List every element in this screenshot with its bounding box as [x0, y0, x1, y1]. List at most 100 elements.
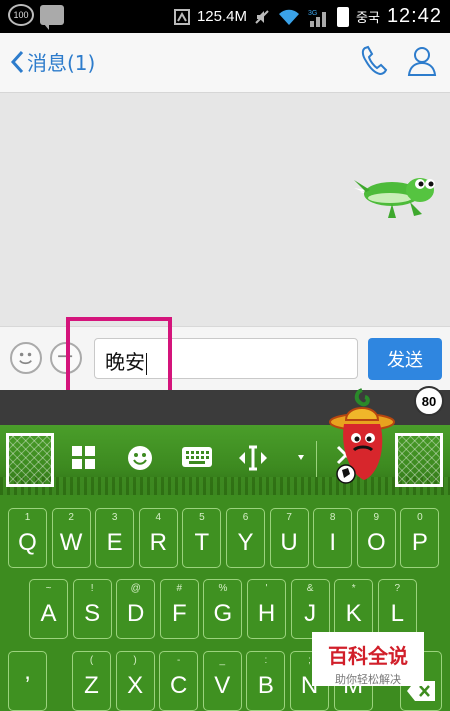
- status-right: 125.4M 3G 중국 12:42: [173, 2, 442, 31]
- key-label: Z: [84, 672, 99, 699]
- key-alt-label: 7: [286, 512, 292, 523]
- key-p[interactable]: 0P: [400, 508, 440, 568]
- back-label: 消息(1): [27, 51, 96, 75]
- key-j[interactable]: & J: [290, 579, 330, 639]
- key-d[interactable]: @ D: [116, 579, 156, 639]
- grid-icon[interactable]: [71, 445, 97, 471]
- key-label: B: [257, 672, 274, 699]
- key-label: S: [84, 600, 101, 627]
- key-s[interactable]: ! S: [72, 579, 112, 639]
- key-label: F: [171, 600, 187, 627]
- key-alt-label: 8: [329, 512, 336, 523]
- key-o[interactable]: 9O: [356, 508, 396, 568]
- goal-left-decoration: [6, 433, 54, 487]
- key-a[interactable]: ~ A: [29, 579, 68, 639]
- key-b[interactable]: :B: [246, 651, 286, 711]
- key-alt-label: _: [219, 655, 226, 666]
- key-label: H: [257, 600, 276, 627]
- key-label: E: [106, 529, 123, 556]
- key-k[interactable]: * K: [334, 579, 374, 639]
- key-alt-label: @: [130, 583, 141, 594]
- key-apostrophe[interactable]: ’: [8, 651, 47, 711]
- key-label: ’: [24, 672, 31, 699]
- dropdown-icon[interactable]: [296, 445, 308, 471]
- wifi-icon: [279, 9, 300, 25]
- watermark-subtitle: 助你轻松解决: [335, 673, 401, 686]
- key-label: G: [213, 600, 233, 627]
- key-q[interactable]: 1Q: [8, 508, 47, 568]
- image-notification-icon: [173, 8, 190, 25]
- key-label: D: [127, 600, 145, 627]
- keyboard-badge: 80: [414, 386, 444, 416]
- key-alt-label: ~: [45, 583, 52, 594]
- emoji-button-icon[interactable]: [10, 342, 42, 374]
- key-label: L: [390, 600, 404, 627]
- key-alt-label: 0: [417, 512, 423, 523]
- key-label: Y: [237, 529, 254, 556]
- key-e[interactable]: 3E: [95, 508, 135, 568]
- key-alt-label: 4: [155, 512, 162, 523]
- message-list: [0, 94, 450, 326]
- key-alt-label: 6: [242, 512, 249, 523]
- carrier-label: 중국: [356, 11, 380, 26]
- emoji-icon[interactable]: [127, 445, 153, 471]
- key-label: X: [127, 672, 144, 699]
- lizard-sticker-icon[interactable]: [352, 172, 438, 222]
- key-alt-label: ): [133, 655, 137, 666]
- key-label: W: [59, 529, 83, 556]
- key-z[interactable]: (Z: [72, 651, 111, 711]
- key-alt-label: #: [176, 583, 183, 594]
- key-label: O: [366, 529, 386, 556]
- chat-notification-icon: [40, 5, 64, 30]
- key-f[interactable]: # F: [159, 579, 199, 639]
- contact-profile-icon[interactable]: [406, 45, 438, 77]
- key-alt-label: ': [265, 583, 268, 594]
- key-alt-label: *: [351, 583, 356, 594]
- key-y[interactable]: 6Y: [226, 508, 265, 568]
- clock: 12:42: [386, 5, 442, 27]
- key-alt-label: &: [306, 583, 314, 594]
- key-alt-label: 1: [24, 512, 31, 523]
- chevron-left-icon: [10, 50, 24, 73]
- goal-right-decoration: [395, 433, 443, 487]
- highlight-frame: [66, 317, 172, 396]
- key-label: J: [304, 600, 317, 627]
- chat-header: 消息(1): [0, 33, 450, 93]
- battery-icon: [337, 6, 350, 27]
- svg-text:3G: 3G: [308, 10, 317, 17]
- mute-icon: [255, 9, 269, 24]
- key-v[interactable]: _ V: [202, 651, 242, 711]
- chili-mascot-icon: [329, 388, 395, 484]
- key-alt-label: ?: [394, 583, 401, 594]
- phone-call-icon[interactable]: [360, 45, 388, 77]
- key-h[interactable]: ' H: [247, 579, 286, 639]
- key-alt-label: 3: [111, 512, 118, 523]
- keyboard-icon[interactable]: [181, 445, 213, 469]
- signal-icon: 3G: [308, 10, 327, 27]
- status-bar: 100 125.4M 3G 중국 12:42: [0, 0, 450, 33]
- key-w[interactable]: 2W: [51, 508, 91, 568]
- key-g[interactable]: % G: [203, 579, 243, 639]
- key-i[interactable]: 8I: [313, 508, 353, 568]
- key-x[interactable]: ) X: [115, 651, 155, 711]
- key-c[interactable]: -C: [159, 651, 199, 711]
- key-label: Q: [18, 529, 37, 556]
- cursor-move-icon[interactable]: [238, 445, 268, 471]
- key-alt-label: (: [89, 655, 94, 666]
- net-speed: 125.4M: [196, 8, 248, 25]
- key-l[interactable]: ? L: [377, 579, 417, 639]
- key-alt-label: -: [177, 655, 181, 666]
- key-alt-label: %: [218, 583, 228, 594]
- key-alt-label: 2: [68, 512, 74, 523]
- key-u[interactable]: 7U: [269, 508, 309, 568]
- send-button[interactable]: 发送: [368, 338, 442, 380]
- key-t[interactable]: 5T: [182, 508, 222, 568]
- status-left: 100: [8, 4, 64, 30]
- key-label: K: [345, 600, 362, 627]
- key-label: R: [149, 529, 167, 556]
- key-label: V: [214, 672, 231, 699]
- back-button[interactable]: 消息(1): [10, 47, 95, 76]
- key-r[interactable]: 4R: [138, 508, 178, 568]
- watermark-logo: 百科全说 助你轻松解决: [312, 632, 424, 686]
- watermark-title: 百科全说: [328, 644, 408, 668]
